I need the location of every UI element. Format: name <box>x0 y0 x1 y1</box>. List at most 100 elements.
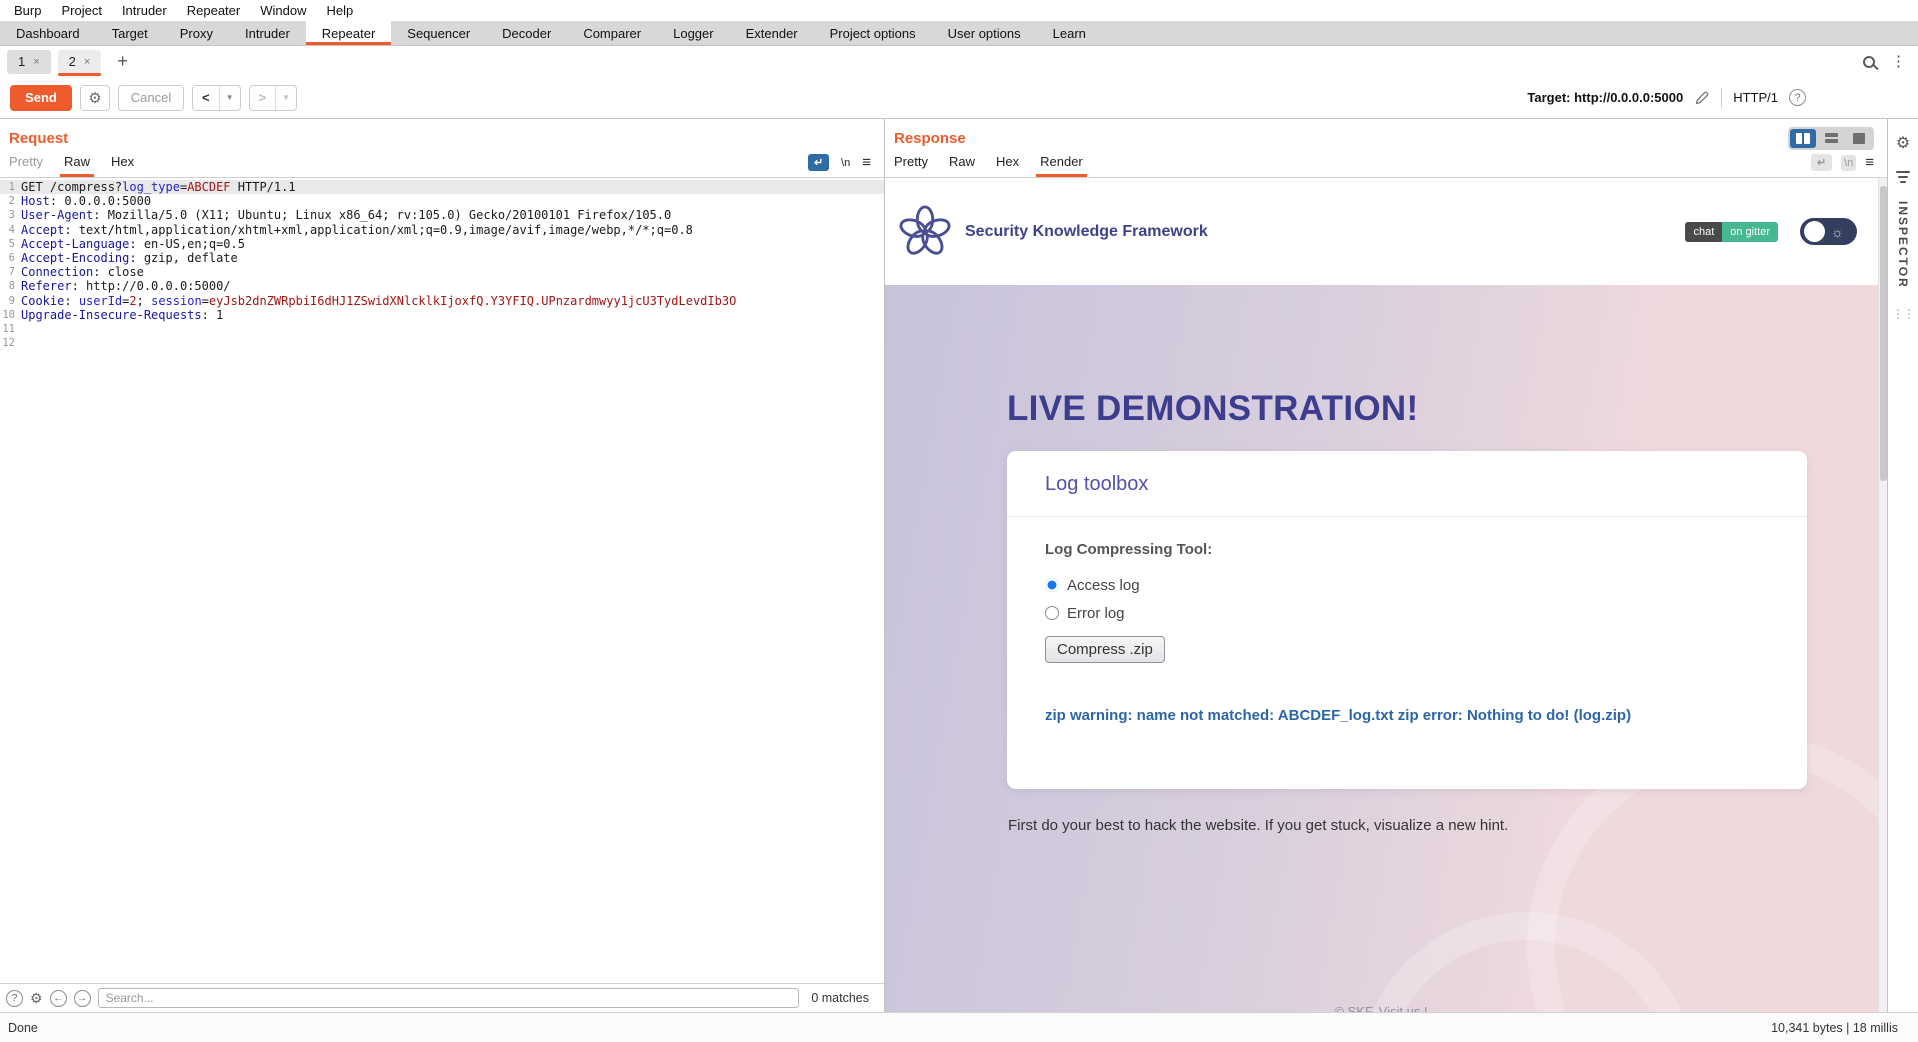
send-button[interactable]: Send <box>10 85 72 111</box>
word-wrap-icon[interactable]: ↵ <box>1811 154 1832 171</box>
main-tab-bar: DashboardTargetProxyIntruderRepeaterSequ… <box>0 21 1918 46</box>
tab-intruder[interactable]: Intruder <box>229 21 306 45</box>
line-code: Connection: close <box>21 265 144 279</box>
request-view-icons: ↵ \n ≡ <box>808 154 871 177</box>
line-code: Accept-Language: en-US,en;q=0.5 <box>21 237 245 251</box>
radio-label: Error log <box>1067 605 1125 622</box>
tab-proxy[interactable]: Proxy <box>164 21 229 45</box>
line-number: 10 <box>0 308 21 322</box>
inspector-gear-icon[interactable]: ⚙ <box>1896 133 1910 153</box>
request-search-bar: ? ⚙ ← → 0 matches <box>0 983 884 1012</box>
radio-access-log[interactable]: Access log <box>1045 571 1769 599</box>
tool-label: Log Compressing Tool: <box>1045 541 1769 558</box>
editor-line: 7Connection: close <box>0 265 884 279</box>
radio-checked-icon[interactable] <box>1045 578 1059 592</box>
tab-comparer[interactable]: Comparer <box>567 21 657 45</box>
radio-error-log[interactable]: Error log <box>1045 599 1769 627</box>
inspector-drag-dots-icon[interactable]: ⋮⋮ <box>1892 307 1914 321</box>
tab-user-options[interactable]: User options <box>932 21 1037 45</box>
line-code: Cookie: userId=2; session=eyJsb2dnZWRpbi… <box>21 294 736 308</box>
back-dropdown-icon[interactable]: ▼ <box>219 86 240 110</box>
back-arrow[interactable]: < <box>193 86 219 110</box>
site-footer: © SKF, Visit us ! <box>885 1004 1877 1012</box>
forward-arrow[interactable]: > <box>250 86 276 110</box>
inspector-filter-icon[interactable] <box>1896 171 1910 183</box>
tab-decoder[interactable]: Decoder <box>486 21 567 45</box>
target-area: Target: http://0.0.0.0:5000 HTTP/1 ? <box>1527 88 1918 108</box>
divider <box>1721 88 1722 108</box>
response-tab-hex[interactable]: Hex <box>996 154 1019 177</box>
request-title-row: Request <box>0 119 884 147</box>
add-tab-button[interactable]: + <box>117 51 128 72</box>
menu-bar: BurpProjectIntruderRepeaterWindowHelp <box>0 0 1918 21</box>
search-icon[interactable] <box>1863 56 1875 68</box>
layout-single-button[interactable] <box>1846 129 1872 148</box>
tab-logger[interactable]: Logger <box>657 21 729 45</box>
response-tab-render[interactable]: Render <box>1040 154 1083 177</box>
main-split: Request Pretty Raw Hex ↵ \n ≡ 1GET /compre… <box>0 119 1918 1012</box>
repeater-tab-2[interactable]: 2× <box>58 50 102 74</box>
radio-label: Access log <box>1067 577 1140 594</box>
response-tab-pretty[interactable]: Pretty <box>894 154 928 177</box>
menu-project[interactable]: Project <box>51 3 111 18</box>
search-input[interactable] <box>98 988 800 1008</box>
editor-line: 6Accept-Encoding: gzip, deflate <box>0 251 884 265</box>
next-match-icon[interactable]: → <box>74 990 91 1007</box>
tab-project-options[interactable]: Project options <box>814 21 932 45</box>
window-actions: ⋮ <box>1863 54 1918 69</box>
search-settings-gear-icon[interactable]: ⚙ <box>30 990 43 1007</box>
menu-help[interactable]: Help <box>316 3 363 18</box>
search-help-icon[interactable]: ? <box>6 990 23 1007</box>
inspector-label[interactable]: INSPECTOR <box>1896 201 1910 289</box>
gitter-chat-badge[interactable]: chat on gitter <box>1685 222 1778 242</box>
response-tab-list: Pretty Raw Hex Render <box>894 154 1083 177</box>
request-tab-raw[interactable]: Raw <box>64 154 90 177</box>
response-scrollbar[interactable] <box>1878 178 1887 1012</box>
radio-unchecked-icon[interactable] <box>1045 606 1059 620</box>
kebab-menu-icon[interactable]: ⋮ <box>1891 54 1906 69</box>
scrollbar-thumb[interactable] <box>1880 186 1887 481</box>
show-newlines-icon[interactable]: \n <box>838 155 853 171</box>
menu-repeater[interactable]: Repeater <box>177 3 250 18</box>
send-settings-gear-icon[interactable]: ⚙ <box>80 85 110 111</box>
http-version-help-icon[interactable]: ? <box>1789 89 1806 106</box>
tab-sequencer[interactable]: Sequencer <box>391 21 486 45</box>
tab-repeater[interactable]: Repeater <box>306 21 391 45</box>
response-tab-raw[interactable]: Raw <box>949 154 975 177</box>
edit-target-pencil-icon[interactable] <box>1694 90 1710 106</box>
word-wrap-icon[interactable]: ↵ <box>808 154 829 171</box>
response-panel-title: Response <box>894 130 966 147</box>
request-tab-hex[interactable]: Hex <box>111 154 134 177</box>
request-tab-pretty[interactable]: Pretty <box>9 154 43 177</box>
menu-burp[interactable]: Burp <box>4 3 51 18</box>
tab-dashboard[interactable]: Dashboard <box>0 21 96 45</box>
close-tab-icon[interactable]: × <box>84 56 90 68</box>
show-newlines-icon[interactable]: \n <box>1841 155 1856 171</box>
menu-intruder[interactable]: Intruder <box>112 3 177 18</box>
close-tab-icon[interactable]: × <box>33 56 39 68</box>
editor-menu-icon[interactable]: ≡ <box>1865 154 1874 171</box>
site-brand-title: Security Knowledge Framework <box>965 223 1208 241</box>
match-count-label: 0 matches <box>806 991 874 1005</box>
layout-rows-button[interactable] <box>1818 129 1844 148</box>
tab-target[interactable]: Target <box>96 21 164 45</box>
forward-dropdown-icon[interactable]: ▼ <box>275 86 296 110</box>
tab-learn[interactable]: Learn <box>1037 21 1102 45</box>
menu-window[interactable]: Window <box>250 3 316 18</box>
editor-line: 12 <box>0 336 884 350</box>
layout-columns-button[interactable] <box>1790 129 1816 148</box>
cancel-button[interactable]: Cancel <box>118 85 184 111</box>
tab-extender[interactable]: Extender <box>730 21 814 45</box>
editor-line: 10Upgrade-Insecure-Requests: 1 <box>0 308 884 322</box>
back-history-button[interactable]: < ▼ <box>192 85 241 111</box>
request-editor[interactable]: 1GET /compress?log_type=ABCDEF HTTP/1.12… <box>0 177 884 983</box>
compress-zip-button[interactable]: Compress .zip <box>1045 636 1165 663</box>
inspector-sidebar: ⚙ INSPECTOR ⋮⋮ <box>1887 119 1918 1012</box>
theme-toggle[interactable]: ☼ <box>1800 218 1857 245</box>
repeater-tab-1[interactable]: 1× <box>7 50 51 74</box>
editor-line: 9Cookie: userId=2; session=eyJsb2dnZWRpb… <box>0 294 884 308</box>
editor-menu-icon[interactable]: ≡ <box>862 154 871 171</box>
previous-match-icon[interactable]: ← <box>50 990 67 1007</box>
forward-history-button[interactable]: > ▼ <box>249 85 298 111</box>
line-number: 7 <box>0 265 21 279</box>
